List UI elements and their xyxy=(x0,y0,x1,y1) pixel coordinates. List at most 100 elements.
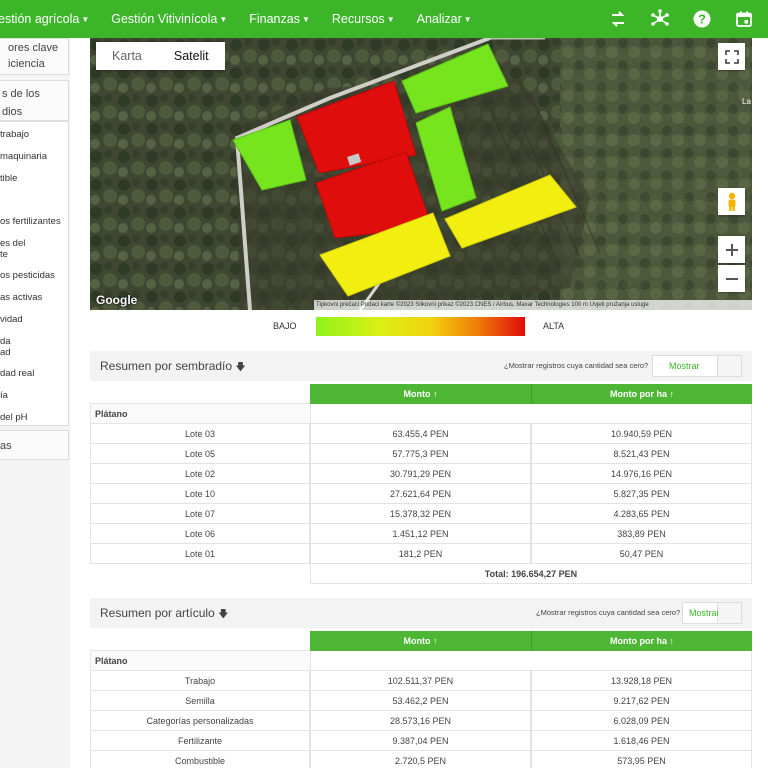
zoom-out-icon[interactable] xyxy=(718,265,745,292)
sidebar-item-ph[interactable]: del pH xyxy=(0,412,27,423)
nav-recursos[interactable]: Recursos ▼ xyxy=(332,12,395,26)
row-monto-ha-cell: 383,89 PEN xyxy=(531,524,752,544)
sidebar-item-cantidad[interactable]: da xyxy=(0,336,11,347)
row-monto-ha-cell: 1.618,46 PEN xyxy=(531,731,752,751)
sidebar-item-bottom[interactable]: as xyxy=(0,430,69,460)
table-row: Fertilizante 9.387,04 PEN 1.618,46 PEN xyxy=(90,731,752,751)
row-name-cell: Combustible xyxy=(90,751,310,768)
zoom-in-icon[interactable] xyxy=(718,236,745,263)
sidebar-item-combustible[interactable]: tible xyxy=(0,173,17,184)
sidebar-title-line: dios xyxy=(2,106,23,118)
row-monto-cell: 63.455,4 PEN xyxy=(310,424,531,444)
group-row-filler xyxy=(310,651,752,671)
calendar-icon[interactable] xyxy=(734,9,754,29)
row-monto-ha-cell: 10.940,59 PEN xyxy=(531,424,752,444)
legend-low-label: BAJO xyxy=(273,321,297,331)
nav-label: Finanzas xyxy=(249,12,300,26)
help-icon[interactable]: ? xyxy=(692,9,712,29)
caret-down-icon: ▼ xyxy=(219,14,228,24)
zero-records-question: ¿Mostrar registros cuya cantidad sea cer… xyxy=(536,608,681,617)
table-row: Lote 07 15.378,32 PEN 4.283,65 PEN xyxy=(90,504,752,524)
left-sidebar: ores clave iciencia s de los dios trabaj… xyxy=(0,38,70,768)
sidebar-title-line: ores clave xyxy=(8,42,59,54)
sidebar-item-pesticidas[interactable]: os pesticidas xyxy=(0,270,55,281)
sidebar-item-averages-header[interactable]: s de los dios xyxy=(0,80,69,121)
row-monto-ha-cell: 5.827,35 PEN xyxy=(531,484,752,504)
table-row: Lote 02 30.791,29 PEN 14.976,16 PEN xyxy=(90,464,752,484)
column-header-monto-por-ha[interactable]: Monto por ha ↑ xyxy=(531,384,752,404)
sidebar-item-energia[interactable]: ía xyxy=(0,390,8,401)
row-monto-ha-cell: 4.283,65 PEN xyxy=(531,504,752,524)
zero-records-question: ¿Mostrar registros cuya cantidad sea cer… xyxy=(504,361,649,370)
map-type-satellite-button[interactable]: Satelit xyxy=(158,42,225,70)
nav-icon-group: ? xyxy=(608,0,754,38)
network-icon[interactable] xyxy=(650,9,670,29)
caret-down-icon: ▼ xyxy=(301,14,310,24)
section-title-text: Resumen por sembradío xyxy=(100,359,233,373)
row-name-cell: Lote 07 xyxy=(90,504,310,524)
row-name-cell: Lote 01 xyxy=(90,544,310,564)
row-name-cell: Semilla xyxy=(90,691,310,711)
nav-label: estión agrícola xyxy=(0,12,80,26)
table-row: Lote 01 181,2 PEN 50,47 PEN xyxy=(90,544,752,564)
group-row-platano: Plátano xyxy=(90,650,310,671)
column-header-monto[interactable]: Monto ↑ xyxy=(310,384,531,404)
sidebar-item-sustancias-activas[interactable]: as activas xyxy=(0,292,42,303)
legend-high-label: ALTA xyxy=(543,321,565,331)
swap-icon[interactable] xyxy=(608,9,628,29)
nav-label: Recursos xyxy=(331,12,385,26)
sidebar-item-cantidad-2[interactable]: ad xyxy=(0,347,11,358)
sidebar-item-fertilizantes[interactable]: os fertilizantes xyxy=(0,216,61,227)
sidebar-item-humedad-real[interactable]: dad real xyxy=(0,368,34,379)
fullscreen-icon[interactable] xyxy=(718,43,745,70)
table-row: Lote 05 57.775,3 PEN 8.521,43 PEN xyxy=(90,444,752,464)
show-zero-records-button[interactable]: Mostrar xyxy=(682,602,720,624)
show-zero-records-toggle[interactable] xyxy=(718,355,742,377)
row-monto-cell: 181,2 PEN xyxy=(310,544,531,564)
sidebar-item-trabajo[interactable]: trabajo xyxy=(0,129,29,140)
satellite-map[interactable]: Karta Satelit La Google Tipkovni prečaci… xyxy=(90,38,752,310)
table-row: Trabajo 102.511,37 PEN 13.928,18 PEN xyxy=(90,671,752,691)
nav-gestion-agricola[interactable]: estión agrícola ▼ xyxy=(0,12,89,26)
map-type-karta-button[interactable]: Karta xyxy=(96,42,158,70)
map-attribution[interactable]: Tipkovni prečaci Podaci karte ©2023 Slik… xyxy=(314,300,752,310)
show-zero-records-toggle[interactable] xyxy=(718,602,742,624)
arrow-down-icon: 🡇 xyxy=(235,362,246,373)
column-header-monto-por-ha[interactable]: Monto por ha ↑ xyxy=(531,631,752,651)
nav-gestion-vitivinicola[interactable]: Gestión Vitivinícola ▼ xyxy=(111,12,227,26)
row-name-cell: Lote 02 xyxy=(90,464,310,484)
sidebar-item-maquinaria[interactable]: maquinaria xyxy=(0,151,47,162)
street-view-pegman-icon[interactable] xyxy=(718,188,745,215)
nav-finanzas[interactable]: Finanzas ▼ xyxy=(249,12,310,26)
row-monto-cell: 102.511,37 PEN xyxy=(310,671,531,691)
show-zero-records-button[interactable]: Mostrar xyxy=(652,355,718,377)
section-title-text: Resumen por artículo xyxy=(100,606,215,620)
svg-text:?: ? xyxy=(698,12,706,27)
row-monto-cell: 28.573,16 PEN xyxy=(310,711,531,731)
row-monto-ha-cell: 8.521,43 PEN xyxy=(531,444,752,464)
table-row: Categorías personalizadas 28.573,16 PEN 6.… xyxy=(90,711,752,731)
row-monto-ha-cell: 573,95 PEN xyxy=(531,751,752,768)
sidebar-item-productividad[interactable]: vidad xyxy=(0,314,23,325)
sidebar-item-key-indicators[interactable]: ores clave iciencia xyxy=(0,38,69,75)
section-title[interactable]: Resumen por sembradío 🡇 xyxy=(100,351,246,383)
legend-gradient-bar xyxy=(316,317,525,336)
nav-analizar[interactable]: Analizar ▼ xyxy=(417,12,472,26)
table-row: Lote 06 1.451,12 PEN 383,89 PEN xyxy=(90,524,752,544)
arrow-down-icon: 🡇 xyxy=(218,609,229,620)
caret-down-icon: ▼ xyxy=(463,14,472,24)
row-monto-cell: 1.451,12 PEN xyxy=(310,524,531,544)
sidebar-title-line: as xyxy=(0,440,12,452)
row-monto-cell: 57.775,3 PEN xyxy=(310,444,531,464)
nav-label: Gestión Vitivinícola xyxy=(111,12,218,26)
map-imagery xyxy=(90,38,752,310)
section-title[interactable]: Resumen por artículo 🡇 xyxy=(100,598,228,630)
sidebar-item-nutrientes-2[interactable]: te xyxy=(0,249,8,260)
column-header-monto[interactable]: Monto ↑ xyxy=(310,631,531,651)
sidebar-item-nutrientes[interactable]: es del xyxy=(0,238,25,249)
row-monto-ha-cell: 13.928,18 PEN xyxy=(531,671,752,691)
group-row-filler xyxy=(310,404,752,424)
caret-down-icon: ▼ xyxy=(81,14,90,24)
sidebar-submenu: trabajo maquinaria tible os fertilizante… xyxy=(0,121,69,426)
row-monto-cell: 9.387,04 PEN xyxy=(310,731,531,751)
